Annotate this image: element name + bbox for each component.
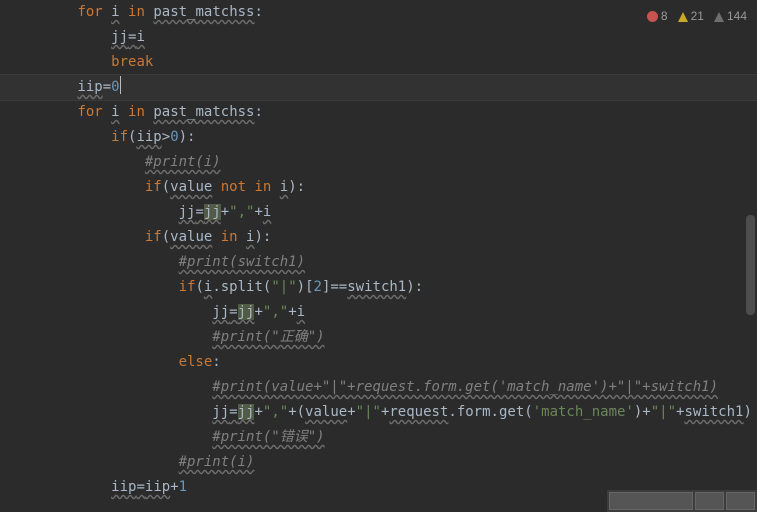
code-line[interactable]: #print(i) [0, 450, 757, 475]
scrollbar-thumb[interactable] [746, 215, 755, 315]
typo-icon [714, 12, 724, 22]
typo-count: 144 [714, 4, 747, 29]
code-line[interactable]: jj=jj+","+i [0, 200, 757, 225]
code-line[interactable]: if(i.split("|")[2]==switch1): [0, 275, 757, 300]
warning-count: 21 [678, 4, 704, 29]
code-line[interactable]: #print("错误") [0, 425, 757, 450]
error-icon [647, 11, 658, 22]
code-line[interactable]: #print(switch1) [0, 250, 757, 275]
code-line[interactable]: if(value not in i): [0, 175, 757, 200]
code-area[interactable]: for i in past_matchss: jj=i break iip=0 … [0, 0, 757, 500]
text-caret [120, 76, 121, 94]
overlay-block [609, 492, 693, 510]
code-line[interactable]: break [0, 50, 757, 75]
code-line[interactable]: #print("正确") [0, 325, 757, 350]
overlay-block [695, 492, 724, 510]
bottom-overlay [607, 490, 757, 512]
overlay-block [726, 492, 755, 510]
code-line[interactable]: else: [0, 350, 757, 375]
typo-count-value: 144 [727, 4, 747, 29]
code-line[interactable]: iip=0 [0, 75, 757, 100]
code-editor[interactable]: 8 21 144 for i in past_matchss: jj=i bre… [0, 0, 757, 512]
error-count: 8 [647, 4, 668, 29]
error-count-value: 8 [661, 4, 668, 29]
code-line[interactable]: jj=jj+","+(value+"|"+request.form.get('m… [0, 400, 757, 425]
warning-icon [678, 12, 688, 22]
code-line[interactable]: jj=i [0, 25, 757, 50]
code-line[interactable]: for i in past_matchss: [0, 100, 757, 125]
code-line[interactable]: jj=jj+","+i [0, 300, 757, 325]
code-line[interactable]: #print(value+"|"+request.form.get('match… [0, 375, 757, 400]
code-line[interactable]: if(value in i): [0, 225, 757, 250]
inspection-status: 8 21 144 [647, 4, 747, 29]
warning-count-value: 21 [691, 4, 704, 29]
code-line[interactable]: for i in past_matchss: [0, 0, 757, 25]
code-line[interactable]: if(iip>0): [0, 125, 757, 150]
code-line[interactable]: #print(i) [0, 150, 757, 175]
